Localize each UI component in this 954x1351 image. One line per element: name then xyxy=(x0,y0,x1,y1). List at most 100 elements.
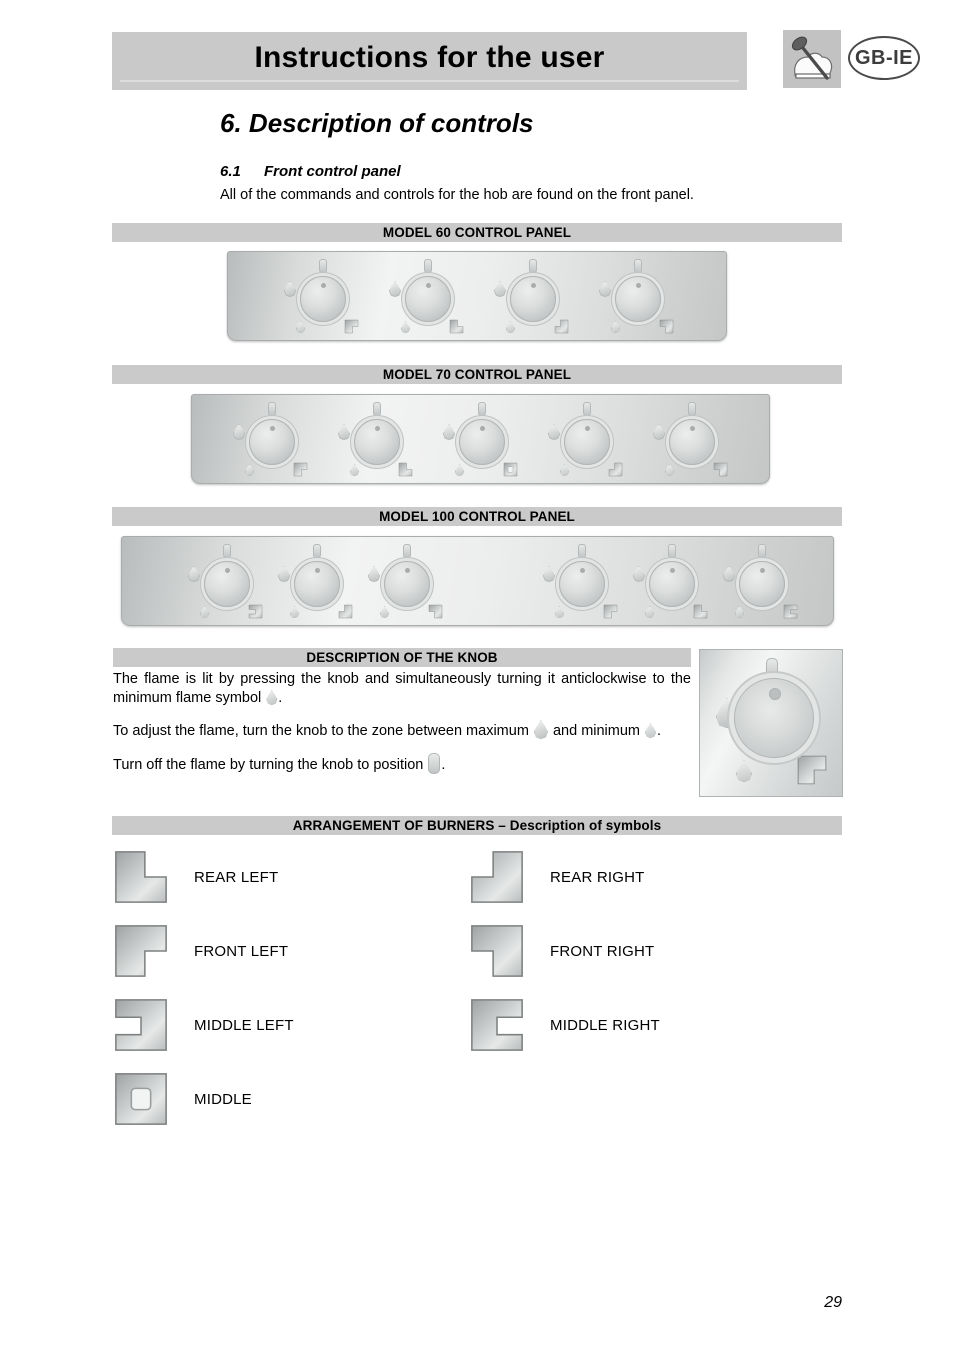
section-bar-model-70: MODEL 70 CONTROL PANEL xyxy=(112,365,842,384)
knob-assembly-rear-left[interactable] xyxy=(337,400,415,478)
burner-legend-label: FRONT RIGHT xyxy=(550,942,655,960)
burner-symbol-middle-left-icon xyxy=(112,996,170,1054)
knob-assembly-front-right[interactable] xyxy=(598,257,676,335)
knob-dial xyxy=(734,678,814,758)
burner-legend-item: MIDDLE xyxy=(112,1070,252,1128)
knob-dial[interactable] xyxy=(564,419,610,465)
knob-assembly-rear-left[interactable] xyxy=(388,257,466,335)
burner-symbol-icon xyxy=(554,319,569,334)
off-position-marker-icon xyxy=(578,544,586,558)
knob-dial[interactable] xyxy=(739,561,785,607)
burner-symbol-icon xyxy=(398,462,413,477)
burner-symbol-icon xyxy=(248,604,263,619)
burner-legend-item: REAR RIGHT xyxy=(468,848,645,906)
off-position-marker-icon xyxy=(688,402,696,416)
min-flame-marker-icon xyxy=(455,464,464,476)
page-number: 29 xyxy=(824,1294,842,1311)
knob-pointer-icon xyxy=(479,426,485,431)
off-position-marker-icon xyxy=(223,544,231,558)
chapter-title: Description of controls xyxy=(248,108,534,138)
burner-symbol-front-right-icon xyxy=(468,922,526,980)
knob-dial[interactable] xyxy=(669,419,715,465)
off-position-marker-icon xyxy=(268,402,276,416)
min-flame-icon xyxy=(645,723,657,738)
knob-pointer-icon xyxy=(579,568,585,573)
section-bar-model-60: MODEL 60 CONTROL PANEL xyxy=(112,223,842,242)
section-bar-burner-arrangement: ARRANGEMENT OF BURNERS – Description of … xyxy=(112,816,842,835)
burner-symbol-icon xyxy=(783,604,798,619)
knob-assembly-rear-right[interactable] xyxy=(547,400,625,478)
knob-paragraph-2-text-a: To adjust the flame, turn the knob to th… xyxy=(113,723,529,739)
knob-dial[interactable] xyxy=(459,419,505,465)
knob-pointer-icon xyxy=(404,568,410,573)
section-heading: 6.1 Front control panel xyxy=(220,163,401,180)
burner-legend-item: MIDDLE LEFT xyxy=(112,996,294,1054)
burner-symbol-icon xyxy=(344,319,359,334)
knob-paragraph-1: The flame is lit by pressing the knob an… xyxy=(113,670,691,708)
language-badge: GB-IE xyxy=(848,36,920,80)
max-flame-marker-icon xyxy=(548,424,560,440)
knob-assembly-front-right[interactable] xyxy=(652,400,730,478)
knob-dial[interactable] xyxy=(405,276,451,322)
knob-assembly-middle-right[interactable] xyxy=(722,542,800,620)
knob-dial[interactable] xyxy=(204,561,250,607)
knob-dial[interactable] xyxy=(249,419,295,465)
burner-symbol-rear-left-icon xyxy=(112,848,170,906)
knob-dial[interactable] xyxy=(300,276,346,322)
burner-symbol-icon xyxy=(428,604,443,619)
min-flame-icon xyxy=(266,690,278,705)
min-flame-marker-icon xyxy=(506,321,515,333)
knob-assembly-middle[interactable] xyxy=(442,400,520,478)
knob-dial[interactable] xyxy=(649,561,695,607)
knob-dial[interactable] xyxy=(354,419,400,465)
knob-pointer-icon xyxy=(635,283,641,288)
knob-dial[interactable] xyxy=(294,561,340,607)
burner-legend-label: REAR RIGHT xyxy=(550,868,645,886)
knob-pointer-icon xyxy=(689,426,695,431)
knob-assembly-front-left[interactable] xyxy=(232,400,310,478)
min-flame-marker-icon xyxy=(611,321,620,333)
min-flame-marker-icon xyxy=(665,464,674,476)
max-flame-marker-icon xyxy=(338,424,350,440)
burner-legend-label: FRONT LEFT xyxy=(194,942,289,960)
knob-paragraph-1-text: The flame is lit by pressing the knob an… xyxy=(113,671,691,706)
off-position-marker-icon xyxy=(319,259,327,273)
knob-assembly-front-right[interactable] xyxy=(367,542,445,620)
max-flame-marker-icon xyxy=(599,281,611,297)
knob-dial[interactable] xyxy=(510,276,556,322)
off-position-marker-icon xyxy=(373,402,381,416)
knob-dial[interactable] xyxy=(559,561,605,607)
section-intro: All of the commands and controls for the… xyxy=(220,187,694,203)
knob-assembly-front-left[interactable] xyxy=(542,542,620,620)
off-position-marker-icon xyxy=(313,544,321,558)
off-position-marker-icon xyxy=(668,544,676,558)
burner-symbol-icon xyxy=(693,604,708,619)
off-position-marker-icon xyxy=(424,259,432,273)
off-position-marker-icon xyxy=(634,259,642,273)
language-badge-text: GB-IE xyxy=(848,36,920,80)
knob-assembly-middle-left[interactable] xyxy=(187,542,265,620)
section-bar-label: MODEL 100 CONTROL PANEL xyxy=(379,509,575,524)
off-position-marker-icon xyxy=(478,402,486,416)
knob-assembly-rear-left[interactable] xyxy=(632,542,710,620)
knob-dial[interactable] xyxy=(384,561,430,607)
knob-paragraph-2-text-b: and minimum xyxy=(552,723,640,739)
section-bar-label: MODEL 60 CONTROL PANEL xyxy=(382,225,572,240)
burner-legend-item: MIDDLE RIGHT xyxy=(468,996,660,1054)
knob-dial[interactable] xyxy=(615,276,661,322)
control-panel-model-70 xyxy=(191,394,770,484)
min-flame-marker-icon xyxy=(401,321,410,333)
section-number: 6.1 xyxy=(220,163,241,180)
document-page: Instructions for the user GB-IE 6. Descr… xyxy=(0,0,954,1351)
knob-assembly-rear-right[interactable] xyxy=(493,257,571,335)
burner-legend-item: FRONT LEFT xyxy=(112,922,288,980)
knob-paragraph-3-end: . xyxy=(441,757,446,773)
burner-symbol-icon xyxy=(603,604,618,619)
max-flame-marker-icon xyxy=(543,566,555,582)
max-flame-marker-icon xyxy=(188,566,200,582)
burner-symbol-icon xyxy=(659,319,674,334)
knob-assembly-front-left[interactable] xyxy=(283,257,361,335)
off-position-marker-icon xyxy=(403,544,411,558)
knob-assembly-rear-right[interactable] xyxy=(277,542,355,620)
section-bar-model-100: MODEL 100 CONTROL PANEL xyxy=(112,507,842,526)
